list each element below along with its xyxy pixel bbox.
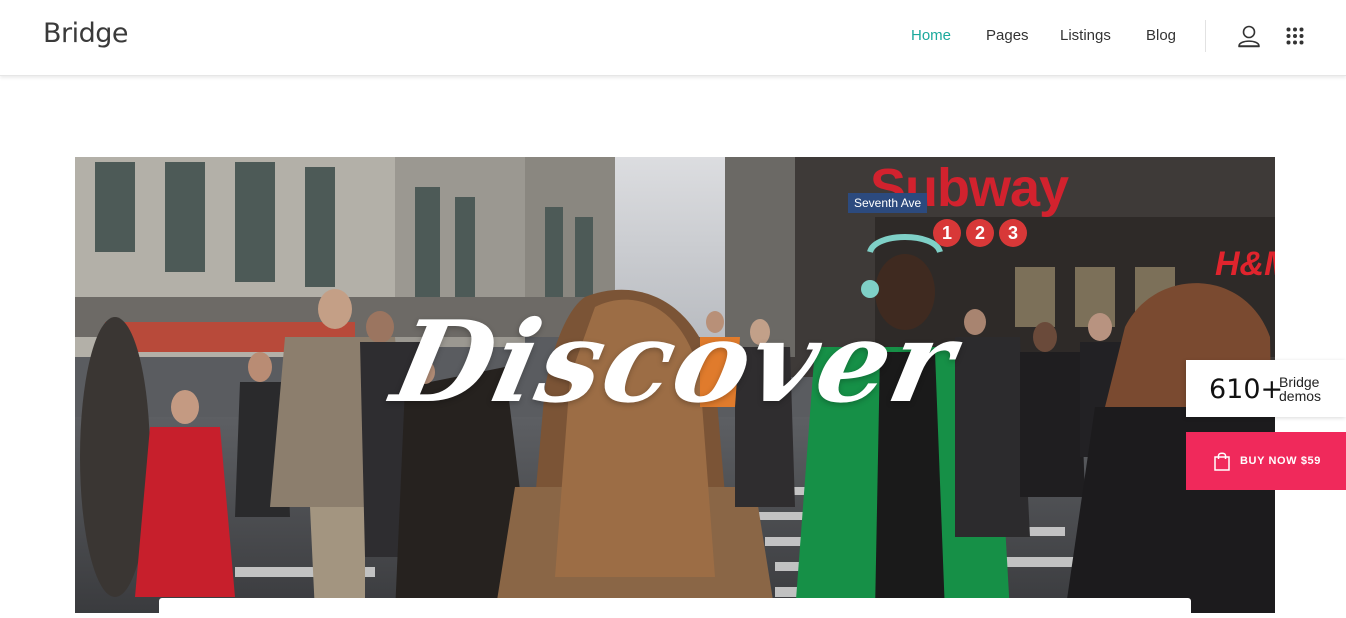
line-badge: 3: [999, 219, 1027, 247]
grid-menu-icon[interactable]: [1286, 27, 1304, 45]
shopping-bag-icon: [1214, 452, 1230, 471]
nav-pages[interactable]: Pages: [986, 27, 1029, 44]
demos-widget[interactable]: 610+ Bridge demos: [1186, 360, 1346, 417]
search-card: [159, 598, 1191, 618]
nav-listings[interactable]: Listings: [1060, 27, 1111, 44]
hero-title: Discover: [382, 297, 968, 428]
demos-label: Bridge demos: [1279, 374, 1322, 404]
line-badge: 2: [966, 219, 994, 247]
user-icon[interactable]: [1237, 24, 1261, 48]
hero-image: Subway Seventh Ave 1 2 3 H&M Discover: [75, 157, 1275, 613]
store-sign: H&M: [1215, 245, 1275, 283]
demos-count: 610+: [1209, 374, 1284, 405]
nav-blog[interactable]: Blog: [1146, 27, 1176, 44]
site-logo[interactable]: Bridge: [43, 18, 129, 49]
street-sign: Seventh Ave: [848, 193, 928, 213]
buy-now-button[interactable]: BUY NOW $59: [1186, 432, 1346, 490]
header-divider: [1205, 20, 1206, 52]
buy-now-label: BUY NOW $59: [1240, 455, 1321, 467]
line-badge: 1: [933, 219, 961, 247]
nav-home[interactable]: Home: [911, 27, 951, 44]
site-header: Bridge Home Pages Listings Blog: [0, 0, 1346, 76]
